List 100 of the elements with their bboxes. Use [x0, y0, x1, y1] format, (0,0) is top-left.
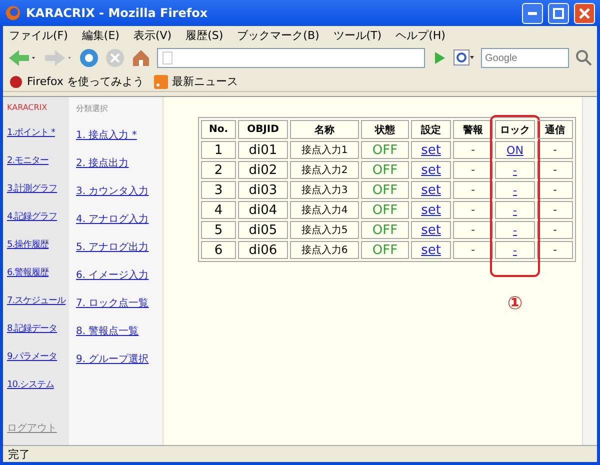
category-link[interactable]: 1. 接点入力 *: [76, 128, 162, 156]
lock-link[interactable]: ON: [506, 144, 524, 156]
table-cell: -: [537, 161, 573, 179]
table-cell: 1: [201, 141, 236, 159]
menu-item[interactable]: ツール(T): [333, 28, 382, 42]
table-cell: 接点入力2: [290, 161, 359, 179]
nav-link[interactable]: 8.記録データ: [7, 322, 58, 350]
nav-link[interactable]: 3.計測グラフ: [7, 182, 58, 210]
nav-link[interactable]: 5.操作履歴: [7, 238, 49, 266]
category-link[interactable]: 9. グループ選択: [76, 352, 162, 380]
minimize-button[interactable]: [522, 2, 543, 24]
table-cell: 接点入力5: [290, 221, 359, 239]
table-cell: -: [537, 201, 573, 219]
status-text: 完了: [8, 446, 30, 462]
window-title: KARACRIX - Mozilla Firefox: [26, 6, 209, 20]
search-field[interactable]: Google: [481, 48, 569, 68]
bookmark-link[interactable]: Firefox を使ってみよう: [9, 74, 144, 89]
nav-link[interactable]: 10.システム: [7, 378, 54, 406]
set-link[interactable]: set: [421, 162, 441, 178]
table-cell: di05: [238, 221, 288, 239]
nav-link[interactable]: 2.モニター: [7, 154, 49, 182]
category-heading: 分類選択: [76, 103, 109, 114]
table-cell: 3: [201, 181, 236, 199]
table-cell: di04: [238, 201, 288, 219]
menu-item[interactable]: 表示(V): [133, 28, 172, 42]
category-link[interactable]: 8. 警報点一覧: [76, 324, 162, 352]
table-cell: 接点入力6: [290, 241, 359, 259]
table-cell: OFF: [361, 181, 409, 199]
nav-link[interactable]: 1.ポイント *: [7, 126, 55, 154]
search-engine-icon[interactable]: [453, 49, 475, 67]
annotation-number: ①: [507, 293, 523, 314]
set-link[interactable]: set: [421, 182, 441, 198]
table-cell: OFF: [361, 201, 409, 219]
set-link[interactable]: set: [421, 202, 441, 218]
lock-link[interactable]: -: [513, 224, 517, 236]
table-cell: 5: [201, 221, 236, 239]
lock-link[interactable]: -: [513, 244, 517, 256]
column-header: 名称: [290, 120, 359, 139]
table-cell: -: [537, 181, 573, 199]
category-link[interactable]: 6. イメージ入力: [76, 268, 162, 296]
lock-link[interactable]: -: [513, 204, 517, 216]
table-cell: di03: [238, 181, 288, 199]
category-link[interactable]: 7. ロック点一覧: [76, 296, 162, 324]
table-cell: -: [537, 221, 573, 239]
category-link[interactable]: 5. アナログ出力: [76, 240, 162, 268]
menu-item[interactable]: 編集(E): [82, 28, 120, 42]
column-header: No.: [201, 120, 236, 139]
table-cell: -: [453, 221, 493, 239]
menu-item[interactable]: ヘルプ(H): [396, 28, 446, 42]
table-cell: 接点入力3: [290, 181, 359, 199]
column-header: 警報: [453, 120, 493, 139]
set-link[interactable]: set: [421, 142, 441, 158]
lock-link[interactable]: -: [513, 184, 517, 196]
bookmark-link[interactable]: 最新ニュース: [154, 74, 238, 89]
table-cell: 接点入力1: [290, 141, 359, 159]
maximize-button[interactable]: [548, 2, 569, 24]
table-cell: OFF: [361, 241, 409, 259]
table-cell: -: [453, 181, 493, 199]
table-cell: OFF: [361, 221, 409, 239]
table-cell: -: [453, 141, 493, 159]
scrollbar[interactable]: [582, 97, 597, 445]
menu-item[interactable]: ブックマーク(B): [237, 28, 320, 42]
table-cell: di02: [238, 161, 288, 179]
nav-link[interactable]: 6.警報履歴: [7, 266, 49, 294]
table-cell: -: [453, 241, 493, 259]
nav-link[interactable]: 7.スケジュール: [7, 294, 66, 322]
rss-icon: [154, 74, 168, 88]
close-button[interactable]: [574, 2, 595, 24]
search-icon[interactable]: [575, 49, 593, 67]
set-link[interactable]: set: [421, 222, 441, 238]
column-header: 設定: [411, 120, 451, 139]
table-cell: 接点入力4: [290, 201, 359, 219]
column-header: 通信: [537, 120, 573, 139]
table-cell: 6: [201, 241, 236, 259]
category-link[interactable]: 3. カウンタ入力: [76, 184, 162, 212]
page-icon: [162, 51, 174, 65]
close-icon: [579, 8, 590, 18]
table-cell: -: [537, 241, 573, 259]
browser-icon: [5, 5, 21, 21]
minimize-icon: [528, 12, 537, 14]
nav-link[interactable]: 9.パラメータ: [7, 350, 58, 378]
address-field[interactable]: [157, 48, 425, 68]
table-cell: -: [453, 201, 493, 219]
menu-item[interactable]: 履歴(S): [186, 28, 224, 42]
back-icon[interactable]: [7, 48, 37, 68]
table-cell: 4: [201, 201, 236, 219]
brand-logo: KARACRIX: [7, 103, 48, 112]
table-cell: -: [537, 141, 573, 159]
table-cell: di06: [238, 241, 288, 259]
column-header: OBJID: [238, 120, 288, 139]
column-header: 状態: [361, 120, 409, 139]
nav-link[interactable]: 4.記録グラフ: [7, 210, 58, 238]
lock-link[interactable]: -: [513, 164, 517, 176]
table-cell: OFF: [361, 161, 409, 179]
set-link[interactable]: set: [421, 242, 441, 258]
category-link[interactable]: 2. 接点出力: [76, 156, 162, 184]
home-icon[interactable]: [131, 48, 151, 68]
table-cell: OFF: [361, 141, 409, 159]
menu-item[interactable]: ファイル(F): [9, 28, 68, 42]
category-link[interactable]: 4. アナログ入力: [76, 212, 162, 240]
